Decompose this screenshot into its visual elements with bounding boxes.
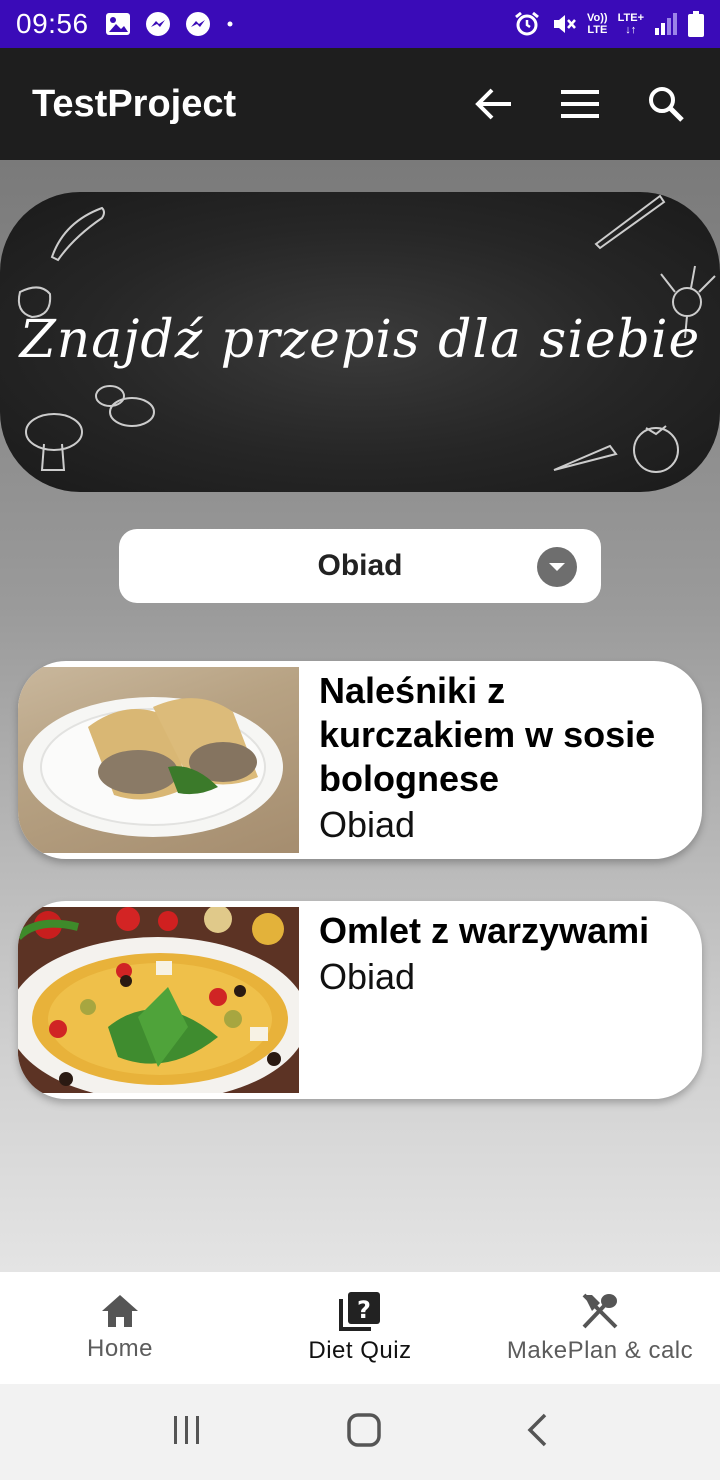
- more-notifications-dot-icon: [227, 21, 233, 27]
- nav-label-makeplan: MakePlan & calc: [506, 1337, 694, 1364]
- search-icon: [649, 87, 684, 122]
- vegetable-omelette-photo: [18, 907, 299, 1093]
- nav-label-diet-quiz: Diet Quiz: [308, 1337, 412, 1364]
- recipe-title: Naleśniki z kurczakiem w sosie bolognese: [319, 670, 656, 799]
- nav-item-home[interactable]: Home: [0, 1272, 240, 1384]
- system-home-button[interactable]: [346, 1412, 382, 1453]
- recipe-card[interactable]: Omlet z warzywami Obiad: [18, 901, 702, 1099]
- nav-item-diet-quiz[interactable]: ? Diet Quiz: [240, 1272, 480, 1384]
- recipe-image: [18, 667, 299, 853]
- alarm-icon: [515, 11, 539, 36]
- menu-button[interactable]: [558, 82, 602, 126]
- pancake-rolls-photo: [23, 697, 283, 837]
- quiz-icon: ?: [339, 1292, 380, 1331]
- home-circle-icon: [347, 1412, 381, 1447]
- volte-indicator: Vo)) LTE: [587, 12, 608, 36]
- mute-icon: [554, 15, 576, 33]
- recipe-info: Naleśniki z kurczakiem w sosie bolognese…: [299, 661, 702, 859]
- status-notification-icons: [105, 11, 235, 37]
- messenger-notification-icon: [145, 12, 170, 36]
- status-bar: 09:56 Vo)) LTE LTE+ ↓↑: [0, 0, 720, 48]
- back-button[interactable]: [472, 82, 516, 126]
- main-content: Znajdź przepis dla siebie Obiad Naleśnik…: [0, 160, 720, 1272]
- mushroom-doodle-icon: [25, 385, 155, 471]
- app-bar: TestProject: [0, 48, 720, 160]
- fork-spoon-icon: [582, 1293, 618, 1329]
- search-button[interactable]: [644, 82, 688, 126]
- recipe-category: Obiad: [319, 956, 416, 997]
- recipe-title: Omlet z warzywami: [319, 910, 650, 951]
- recent-apps-button[interactable]: [171, 1414, 203, 1451]
- network-indicator: LTE+ ↓↑: [617, 12, 644, 36]
- gallery-notification-icon: [105, 13, 130, 35]
- signal-icon: [655, 13, 677, 35]
- system-navigation-bar: [0, 1384, 720, 1480]
- back-chevron-icon: [527, 1413, 546, 1446]
- banner-slogan: Znajdź przepis dla siebie: [19, 310, 701, 370]
- recent-apps-icon: [174, 1415, 200, 1444]
- data-arrows-icon: ↓↑: [625, 24, 637, 36]
- knife-doodle-icon: [594, 194, 666, 250]
- system-back-button[interactable]: [525, 1413, 549, 1452]
- meal-type-dropdown[interactable]: Obiad: [119, 529, 601, 603]
- app-bar-actions: [472, 82, 688, 126]
- nav-label-home: Home: [86, 1335, 154, 1362]
- battery-icon: [688, 11, 704, 37]
- svg-text:?: ?: [357, 1296, 371, 1324]
- recipe-info: Omlet z warzywami Obiad: [299, 901, 665, 1099]
- menu-icon: [561, 90, 599, 118]
- status-system-icons: Vo)) LTE LTE+ ↓↑: [513, 10, 704, 38]
- home-icon: [102, 1295, 138, 1327]
- nav-item-makeplan[interactable]: MakePlan & calc: [480, 1272, 720, 1384]
- app-title: TestProject: [32, 82, 237, 125]
- carrot-tomato-doodle-icon: [553, 425, 679, 473]
- bottom-navigation: Home ? Diet Quiz MakePlan & calc: [0, 1272, 720, 1384]
- status-time: 09:56: [16, 8, 89, 39]
- recipe-image: [18, 907, 299, 1093]
- cucumber-doodle-icon: [50, 206, 105, 262]
- back-arrow-icon: [475, 88, 511, 120]
- chevron-down-icon: [537, 547, 577, 587]
- dropdown-selected-value: Obiad: [317, 549, 403, 582]
- recipe-banner: Znajdź przepis dla siebie: [0, 192, 720, 492]
- messenger-notification-icon-2: [185, 12, 210, 36]
- recipe-category: Obiad: [319, 804, 416, 845]
- recipe-card[interactable]: Naleśniki z kurczakiem w sosie bolognese…: [18, 661, 702, 859]
